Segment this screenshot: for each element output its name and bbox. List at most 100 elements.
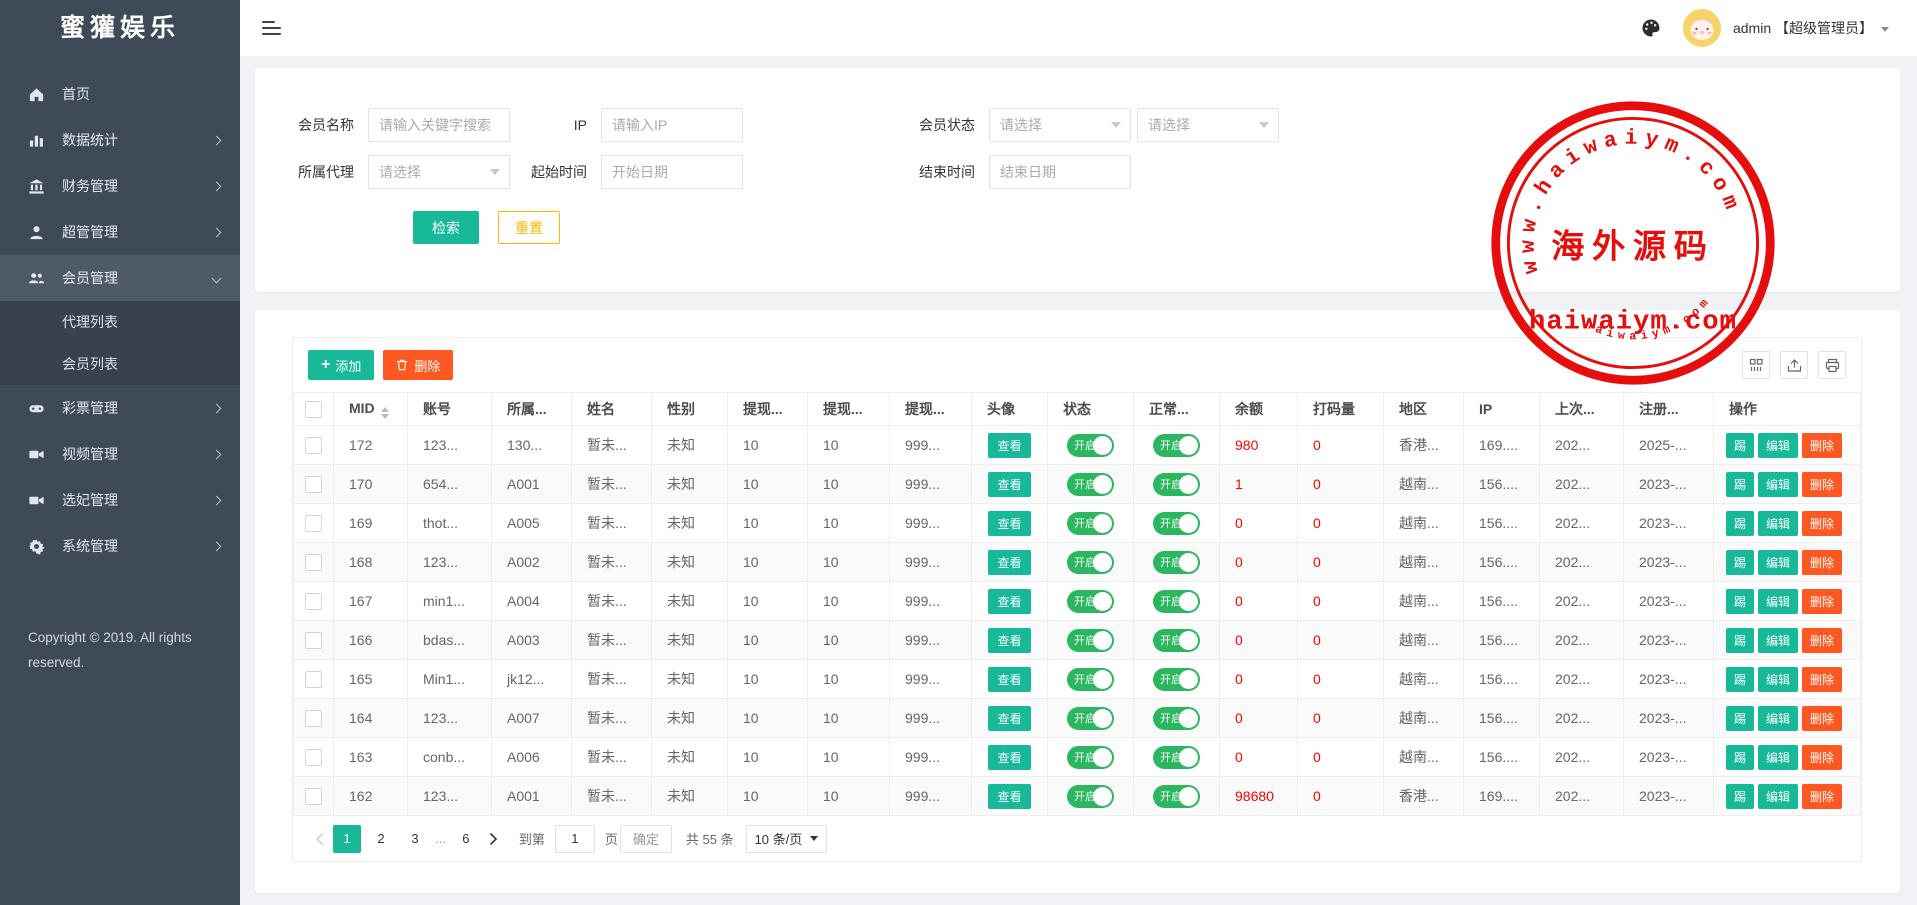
status-toggle[interactable]: 开启 (1067, 551, 1114, 574)
kick-button[interactable]: 踢 (1726, 745, 1754, 770)
edit-button[interactable]: 编辑 (1758, 628, 1798, 653)
ip-input[interactable] (601, 108, 743, 142)
edit-button[interactable]: 编辑 (1758, 550, 1798, 575)
reset-button[interactable]: 重置 (498, 211, 560, 244)
normal-toggle[interactable]: 开启 (1153, 434, 1200, 457)
delete-button[interactable]: 删除 (1802, 706, 1842, 731)
status-toggle[interactable]: 开启 (1067, 629, 1114, 652)
row-checkbox[interactable] (305, 749, 322, 766)
delete-button[interactable]: 删除 (1802, 589, 1842, 614)
page-number[interactable]: 2 (367, 825, 395, 853)
sidebar-item-finance[interactable]: 财务管理 (0, 163, 240, 209)
col-mid[interactable]: MID (334, 393, 408, 426)
page-number[interactable]: 3 (401, 825, 429, 853)
secondary-status-select[interactable]: 请选择 (1137, 108, 1279, 142)
delete-button[interactable]: 删除 (1802, 745, 1842, 770)
sidebar-item-system[interactable]: 系统管理 (0, 523, 240, 569)
normal-toggle[interactable]: 开启 (1153, 785, 1200, 808)
row-checkbox[interactable] (305, 710, 322, 727)
print-button[interactable] (1818, 351, 1846, 379)
add-button[interactable]: +添加 (308, 350, 374, 380)
row-checkbox[interactable] (305, 554, 322, 571)
sidebar-item-superadmin[interactable]: 超管管理 (0, 209, 240, 255)
avatar-view-button[interactable]: 查看 (988, 784, 1030, 809)
status-toggle[interactable]: 开启 (1067, 785, 1114, 808)
row-checkbox[interactable] (305, 632, 322, 649)
per-page-select[interactable]: 10 条/页 (746, 825, 828, 853)
normal-toggle[interactable]: 开启 (1153, 473, 1200, 496)
next-page-icon[interactable] (483, 824, 505, 854)
avatar-view-button[interactable]: 查看 (988, 745, 1030, 770)
edit-button[interactable]: 编辑 (1758, 433, 1798, 458)
row-checkbox[interactable] (305, 788, 322, 805)
row-checkbox[interactable] (305, 515, 322, 532)
delete-selected-button[interactable]: 删除 (383, 350, 453, 380)
edit-button[interactable]: 编辑 (1758, 706, 1798, 731)
user-menu[interactable]: admin 【超级管理员】 (1733, 18, 1889, 38)
kick-button[interactable]: 踢 (1726, 550, 1754, 575)
status-toggle[interactable]: 开启 (1067, 434, 1114, 457)
edit-button[interactable]: 编辑 (1758, 589, 1798, 614)
normal-toggle[interactable]: 开启 (1153, 629, 1200, 652)
kick-button[interactable]: 踢 (1726, 784, 1754, 809)
edit-button[interactable]: 编辑 (1758, 784, 1798, 809)
avatar-view-button[interactable]: 查看 (988, 433, 1030, 458)
page-number[interactable]: 6 (452, 825, 480, 853)
kick-button[interactable]: 踢 (1726, 472, 1754, 497)
edit-button[interactable]: 编辑 (1758, 667, 1798, 692)
search-button[interactable]: 检索 (413, 211, 479, 244)
normal-toggle[interactable]: 开启 (1153, 707, 1200, 730)
avatar-view-button[interactable]: 查看 (988, 550, 1030, 575)
avatar[interactable] (1683, 9, 1721, 47)
avatar-view-button[interactable]: 查看 (988, 706, 1030, 731)
kick-button[interactable]: 踢 (1726, 589, 1754, 614)
start-date-input[interactable] (601, 155, 743, 189)
avatar-view-button[interactable]: 查看 (988, 511, 1030, 536)
normal-toggle[interactable]: 开启 (1153, 746, 1200, 769)
prev-page-icon[interactable] (308, 824, 330, 854)
normal-toggle[interactable]: 开启 (1153, 668, 1200, 691)
sidebar-subitem-member-list[interactable]: 会员列表 (0, 343, 240, 385)
delete-button[interactable]: 删除 (1802, 667, 1842, 692)
normal-toggle[interactable]: 开启 (1153, 551, 1200, 574)
avatar-view-button[interactable]: 查看 (988, 472, 1030, 497)
sidebar-subitem-agent-list[interactable]: 代理列表 (0, 301, 240, 343)
delete-button[interactable]: 删除 (1802, 784, 1842, 809)
member-name-input[interactable] (368, 108, 510, 142)
sort-icon[interactable] (381, 407, 389, 419)
avatar-view-button[interactable]: 查看 (988, 628, 1030, 653)
status-toggle[interactable]: 开启 (1067, 473, 1114, 496)
theme-palette-icon[interactable] (1641, 18, 1661, 38)
sidebar-item-statistics[interactable]: 数据统计 (0, 117, 240, 163)
select-all-checkbox[interactable] (305, 401, 322, 418)
row-checkbox[interactable] (305, 671, 322, 688)
edit-button[interactable]: 编辑 (1758, 745, 1798, 770)
normal-toggle[interactable]: 开启 (1153, 512, 1200, 535)
status-toggle[interactable]: 开启 (1067, 590, 1114, 613)
agent-select[interactable]: 请选择 (368, 155, 510, 189)
delete-button[interactable]: 删除 (1802, 472, 1842, 497)
page-number[interactable]: 1 (333, 825, 361, 853)
delete-button[interactable]: 删除 (1802, 433, 1842, 458)
menu-toggle-icon[interactable] (262, 17, 282, 39)
kick-button[interactable]: 踢 (1726, 628, 1754, 653)
kick-button[interactable]: 踢 (1726, 667, 1754, 692)
sidebar-item-video[interactable]: 视频管理 (0, 431, 240, 477)
sidebar-item-home[interactable]: 首页 (0, 71, 240, 117)
avatar-view-button[interactable]: 查看 (988, 667, 1030, 692)
status-toggle[interactable]: 开启 (1067, 512, 1114, 535)
delete-button[interactable]: 删除 (1802, 628, 1842, 653)
member-status-select[interactable]: 请选择 (989, 108, 1131, 142)
export-button[interactable] (1780, 351, 1808, 379)
edit-button[interactable]: 编辑 (1758, 511, 1798, 536)
status-toggle[interactable]: 开启 (1067, 668, 1114, 691)
filter-columns-button[interactable] (1742, 351, 1770, 379)
sidebar-item-xuanfei[interactable]: 选妃管理 (0, 477, 240, 523)
end-date-input[interactable] (989, 155, 1131, 189)
sidebar-item-lottery[interactable]: 彩票管理 (0, 385, 240, 431)
kick-button[interactable]: 踢 (1726, 706, 1754, 731)
normal-toggle[interactable]: 开启 (1153, 590, 1200, 613)
row-checkbox[interactable] (305, 437, 322, 454)
status-toggle[interactable]: 开启 (1067, 707, 1114, 730)
kick-button[interactable]: 踢 (1726, 433, 1754, 458)
